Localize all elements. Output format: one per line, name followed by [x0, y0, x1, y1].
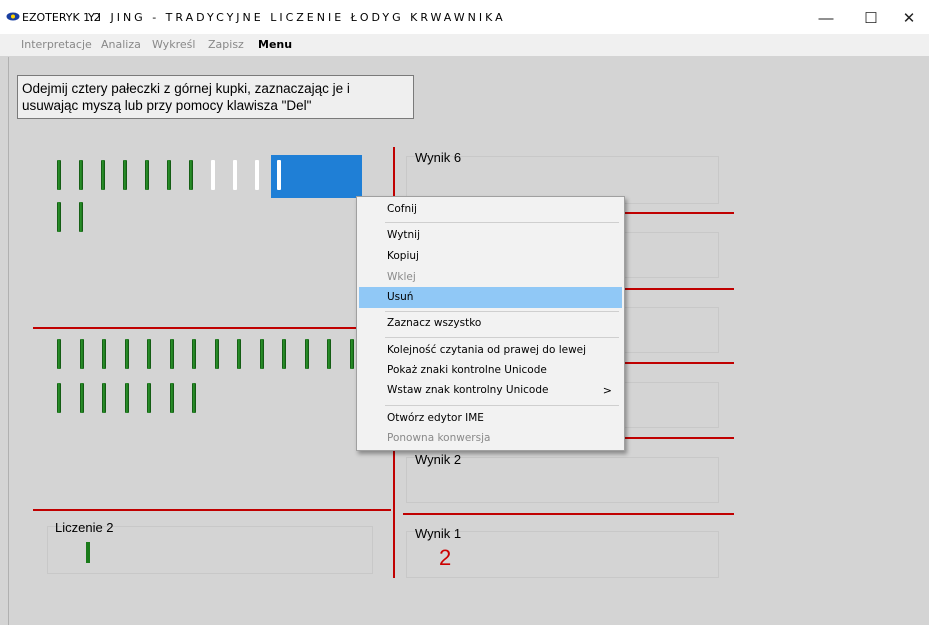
- stick[interactable]: [169, 383, 174, 413]
- menu-item-paste: Wklej: [387, 271, 416, 283]
- eye-icon: [6, 12, 20, 21]
- title-bar: EZOTERYK 1.2 YI JING - TRADYCYJNE LICZEN…: [0, 0, 929, 34]
- stick[interactable]: [167, 160, 171, 190]
- menu-item-insert-unicode-label: Wstaw znak kontrolny Unicode: [387, 384, 549, 396]
- minimize-button[interactable]: —: [806, 5, 846, 31]
- stick[interactable]: [214, 339, 219, 369]
- stick[interactable]: [192, 383, 196, 413]
- stick[interactable]: [327, 339, 331, 369]
- menu-separator: [385, 222, 619, 223]
- stick[interactable]: [189, 160, 193, 190]
- horizontal-divider-mid: [33, 327, 357, 329]
- result-2-label: Wynik 2: [415, 452, 462, 467]
- counting-stick: [86, 542, 90, 563]
- menu-item-copy[interactable]: Kopiuj: [359, 246, 622, 267]
- stick[interactable]: [57, 339, 61, 369]
- menu-item-cut[interactable]: Wytnij: [359, 225, 622, 246]
- menu-wykresl[interactable]: Wykreśl: [152, 38, 195, 51]
- stick[interactable]: [123, 160, 127, 190]
- stick[interactable]: [145, 160, 149, 190]
- result-1-label: Wynik 1: [415, 526, 462, 541]
- stick[interactable]: [277, 160, 281, 190]
- menu-item-show-unicode[interactable]: Pokaż znaki kontrolne Unicode: [359, 360, 622, 381]
- menu-analiza[interactable]: Analiza: [101, 38, 141, 51]
- context-menu: Cofnij Wytnij Kopiuj Wklej Usuń Zaznacz …: [356, 196, 625, 451]
- result-1-value: 2: [439, 545, 452, 570]
- stick[interactable]: [101, 160, 105, 190]
- close-button[interactable]: ✕: [889, 5, 929, 31]
- menu-item-undo[interactable]: Cofnij: [359, 199, 622, 220]
- stick[interactable]: [57, 160, 61, 190]
- menu-separator: [385, 311, 619, 312]
- result-6-label: Wynik 6: [415, 150, 462, 165]
- stick[interactable]: [147, 383, 151, 413]
- stick[interactable]: [237, 339, 241, 369]
- horizontal-divider-bottom-left: [33, 509, 391, 511]
- stick[interactable]: [79, 202, 83, 232]
- menu-item-delete[interactable]: Usuń: [359, 287, 622, 308]
- menu-interpretacje[interactable]: Interpretacje: [21, 38, 92, 51]
- stick[interactable]: [192, 339, 196, 369]
- stick[interactable]: [57, 202, 61, 232]
- stick[interactable]: [259, 339, 264, 369]
- menu-item-open-ime[interactable]: Otwórz edytor IME: [359, 408, 622, 429]
- divider-line: [625, 212, 734, 214]
- divider-line: [625, 437, 734, 439]
- stick[interactable]: [57, 383, 61, 413]
- stick[interactable]: [255, 160, 259, 190]
- stick[interactable]: [169, 339, 174, 369]
- stick[interactable]: [102, 383, 106, 413]
- menu-zapisz[interactable]: Zapisz: [208, 38, 244, 51]
- divider-line: [625, 288, 734, 290]
- menu-menu[interactable]: Menu: [258, 38, 292, 51]
- menu-item-rtl-reading[interactable]: Kolejność czytania od prawej do lewej: [359, 340, 622, 361]
- chevron-right-icon: >: [602, 384, 612, 397]
- stick[interactable]: [349, 339, 354, 369]
- stick[interactable]: [79, 160, 83, 190]
- menu-item-select-all[interactable]: Zaznacz wszystko: [359, 313, 622, 334]
- stick[interactable]: [211, 160, 215, 190]
- stick[interactable]: [124, 339, 129, 369]
- divider-line: [625, 362, 734, 364]
- stick[interactable]: [304, 339, 309, 369]
- window-edge: [8, 57, 9, 625]
- counting-label: Liczenie 2: [55, 520, 114, 535]
- menu-item-reconversion: Ponowna konwersja: [387, 432, 491, 444]
- stick[interactable]: [233, 160, 237, 190]
- menu-separator: [385, 405, 619, 406]
- stick[interactable]: [124, 383, 129, 413]
- menu-item-insert-unicode[interactable]: Wstaw znak kontrolny Unicode >: [359, 380, 622, 401]
- stick[interactable]: [79, 383, 84, 413]
- menu-bar: Interpretacje Analiza Wykreśl Zapisz Men…: [0, 34, 929, 56]
- stick[interactable]: [147, 339, 151, 369]
- divider-line: [403, 513, 734, 515]
- maximize-button[interactable]: ☐: [851, 5, 891, 31]
- stick-selection: [271, 155, 362, 198]
- instruction-textbox[interactable]: Odejmij cztery pałeczki z górnej kupki, …: [17, 75, 414, 119]
- stick[interactable]: [102, 339, 106, 369]
- menu-separator: [385, 337, 619, 338]
- stick[interactable]: [282, 339, 286, 369]
- window-title: YI JING - TRADYCYJNE LICZENIE ŁODYG KRWA…: [88, 11, 506, 24]
- stick[interactable]: [79, 339, 84, 369]
